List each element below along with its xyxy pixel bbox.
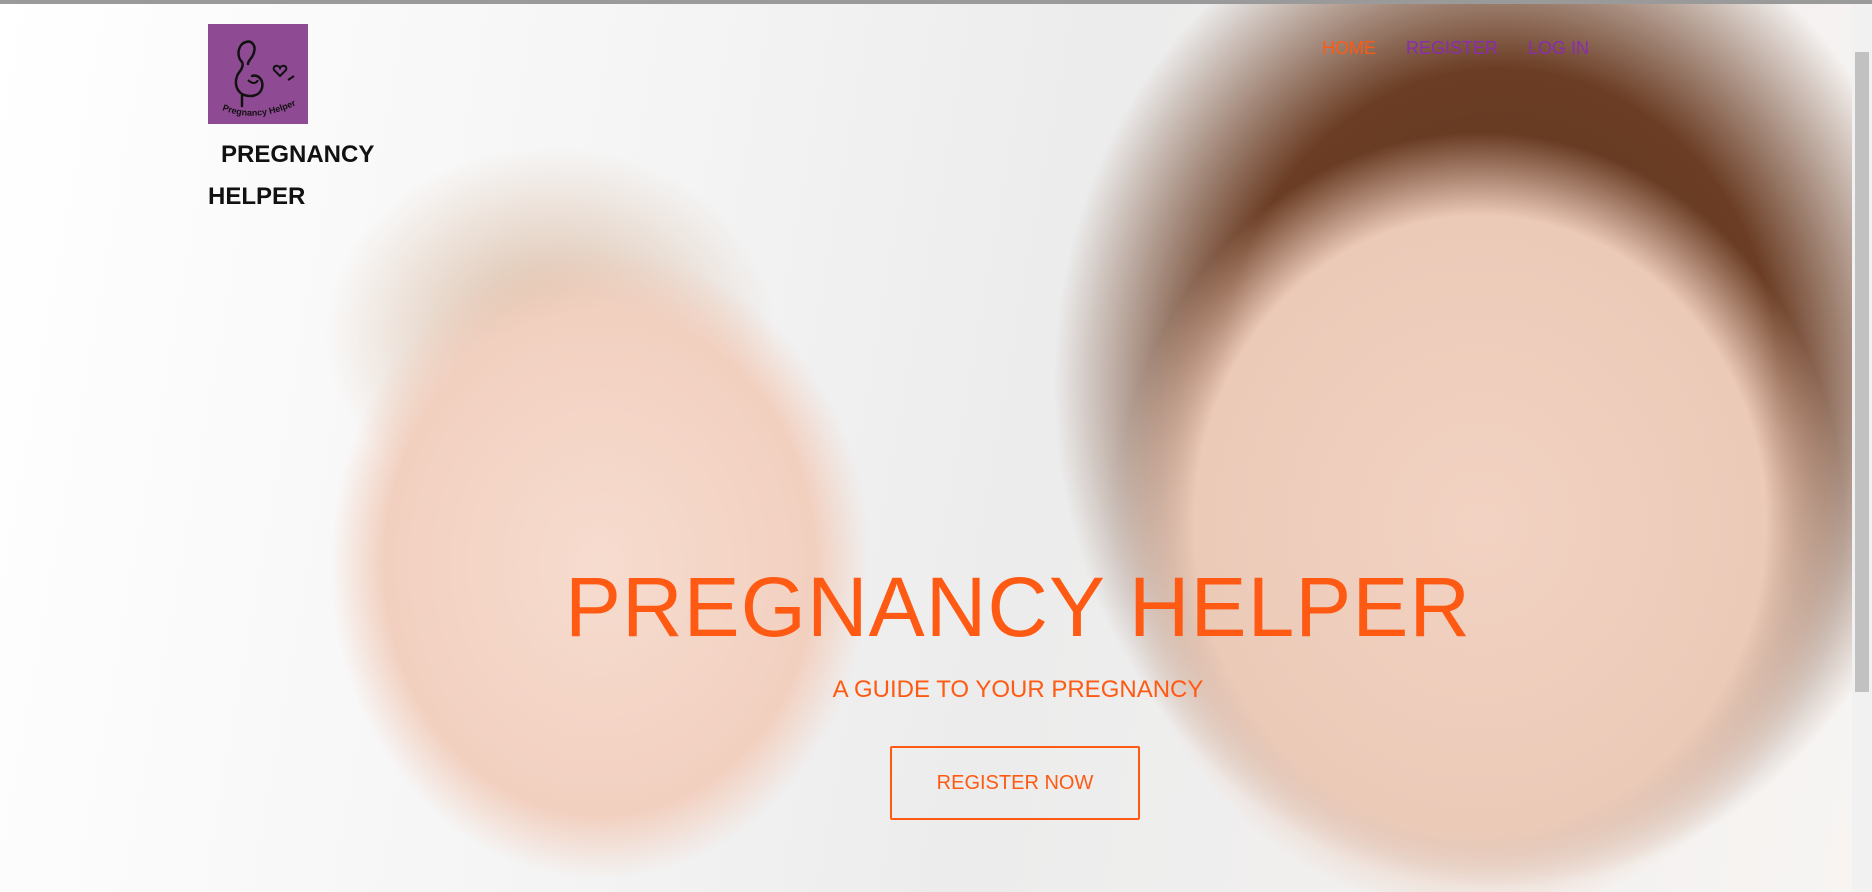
brand-name: PREGNANCY HELPER [208,134,408,218]
browser-viewport: Pregnancy Helper PREGNANCY HELPER HOME R… [0,0,1872,892]
brand-name-line1: PREGNANCY [221,141,375,168]
svg-text:Pregnancy Helper: Pregnancy Helper [221,97,297,117]
hero-title: PREGNANCY HELPER [564,560,1472,654]
logo-icon[interactable]: Pregnancy Helper [208,24,308,124]
scrollbar-thumb[interactable] [1855,52,1869,692]
top-navigation: HOME REGISTER LOG IN [1322,38,1589,59]
logo-text: Pregnancy Helper [221,97,297,117]
pregnant-woman-logo-icon: Pregnancy Helper [221,40,297,118]
nav-register-link[interactable]: REGISTER [1406,38,1498,59]
brand-name-line2: HELPER [208,183,306,210]
register-now-button[interactable]: REGISTER NOW [890,746,1140,820]
nav-home-link[interactable]: HOME [1322,38,1376,59]
hero-subtitle: A GUIDE TO YOUR PREGNANCY [832,676,1204,703]
vertical-scrollbar[interactable] [1852,4,1872,892]
nav-login-link[interactable]: LOG IN [1528,38,1589,59]
